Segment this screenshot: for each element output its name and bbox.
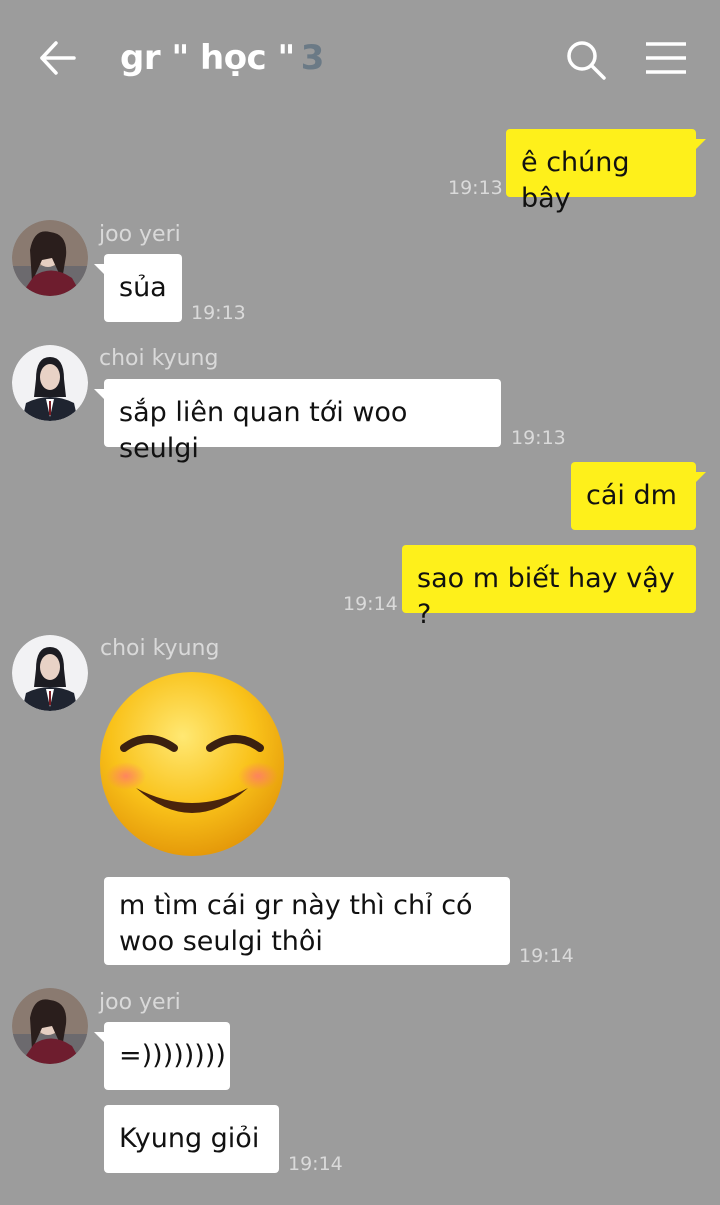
incoming-message-bubble[interactable]: sắp liên quan tới woo seulgi bbox=[94, 379, 501, 464]
sender-name: choi kyung bbox=[100, 636, 220, 661]
avatar-joo-yeri[interactable] bbox=[12, 220, 88, 296]
profile-photo bbox=[12, 220, 88, 296]
outgoing-message-bubble[interactable]: ê chúng bây bbox=[506, 129, 706, 214]
bubble-tail bbox=[696, 139, 706, 149]
message-text: sao m biết hay vậy ? bbox=[417, 563, 675, 630]
outgoing-message-bubble[interactable]: cái dm bbox=[571, 462, 706, 530]
bubble-tail bbox=[94, 389, 104, 399]
profile-photo bbox=[12, 988, 88, 1064]
sender-name: joo yeri bbox=[99, 222, 181, 247]
bubble-tail bbox=[94, 264, 104, 274]
profile-photo bbox=[12, 635, 88, 711]
incoming-message-bubble[interactable]: Kyung giỏi bbox=[104, 1105, 279, 1173]
search-icon bbox=[567, 41, 606, 80]
message-text: m tìm cái gr này thì chỉ có woo seulgi t… bbox=[119, 890, 473, 957]
chat-header: gr " học " 3 bbox=[0, 0, 720, 112]
incoming-message-bubble[interactable]: sủa bbox=[94, 254, 182, 322]
menu-button[interactable] bbox=[644, 40, 688, 76]
message-text: sủa bbox=[119, 272, 167, 303]
search-button[interactable] bbox=[564, 38, 608, 82]
avatar-choi-kyung[interactable] bbox=[12, 635, 88, 711]
incoming-message-bubble[interactable]: =)))))))) bbox=[94, 1022, 230, 1090]
incoming-message-bubble[interactable]: m tìm cái gr này thì chỉ có woo seulgi t… bbox=[104, 877, 510, 965]
hamburger-menu-icon bbox=[646, 42, 686, 74]
message-text: sắp liên quan tới woo seulgi bbox=[119, 397, 408, 464]
message-time: 19:13 bbox=[448, 177, 503, 199]
sender-name: choi kyung bbox=[99, 346, 219, 371]
chat-title-text: gr " học " bbox=[120, 38, 295, 78]
bubble-tail bbox=[696, 472, 706, 482]
message-text: cái dm bbox=[586, 480, 677, 511]
outgoing-message-bubble[interactable]: sao m biết hay vậy ? bbox=[402, 545, 696, 630]
message-time: 19:14 bbox=[288, 1153, 343, 1175]
chat-title: gr " học " 3 bbox=[120, 38, 324, 78]
message-time: 19:13 bbox=[511, 427, 566, 449]
profile-photo bbox=[12, 345, 88, 421]
message-time: 19:14 bbox=[343, 593, 398, 615]
bubble-tail bbox=[94, 1032, 104, 1042]
sender-name: joo yeri bbox=[99, 990, 181, 1015]
avatar-choi-kyung[interactable] bbox=[12, 345, 88, 421]
relieved-face-emoji[interactable] bbox=[96, 668, 288, 860]
arrow-left-icon bbox=[40, 41, 76, 75]
message-text: =)))))))) bbox=[119, 1040, 226, 1071]
message-time: 19:13 bbox=[191, 302, 246, 324]
message-time: 19:14 bbox=[519, 945, 574, 967]
member-count: 3 bbox=[300, 38, 325, 78]
back-button[interactable] bbox=[34, 38, 82, 78]
message-text: ê chúng bây bbox=[521, 147, 630, 214]
message-text: Kyung giỏi bbox=[119, 1123, 260, 1154]
avatar-joo-yeri[interactable] bbox=[12, 988, 88, 1064]
